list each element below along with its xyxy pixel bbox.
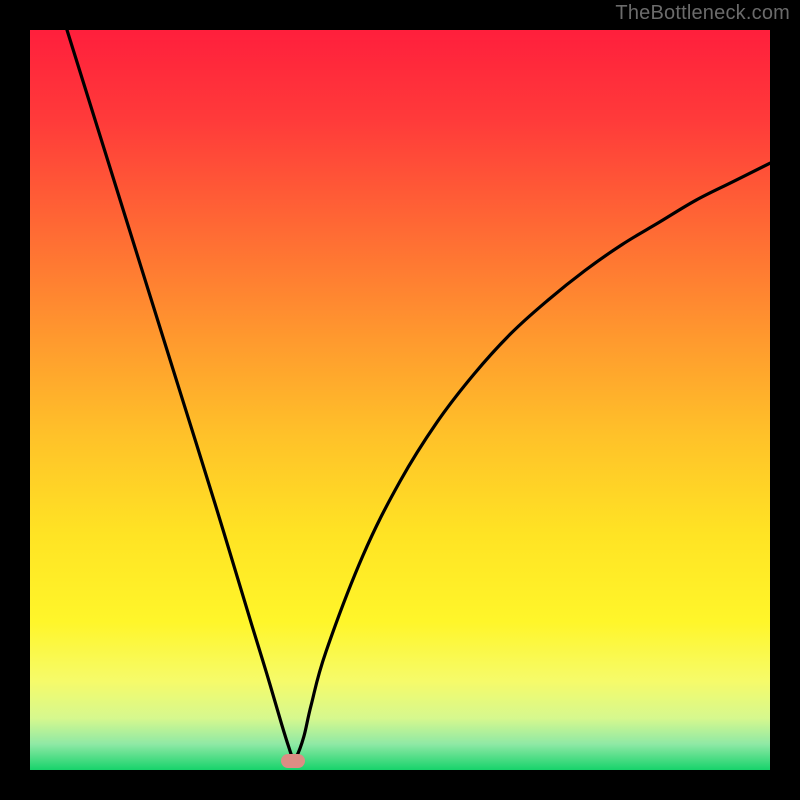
- plot-svg: [30, 30, 770, 770]
- plot-area: [30, 30, 770, 770]
- watermark-text: TheBottleneck.com: [615, 2, 790, 25]
- gradient-background: [30, 30, 770, 770]
- optimum-marker-icon: [281, 754, 305, 768]
- chart-frame: TheBottleneck.com: [0, 0, 800, 800]
